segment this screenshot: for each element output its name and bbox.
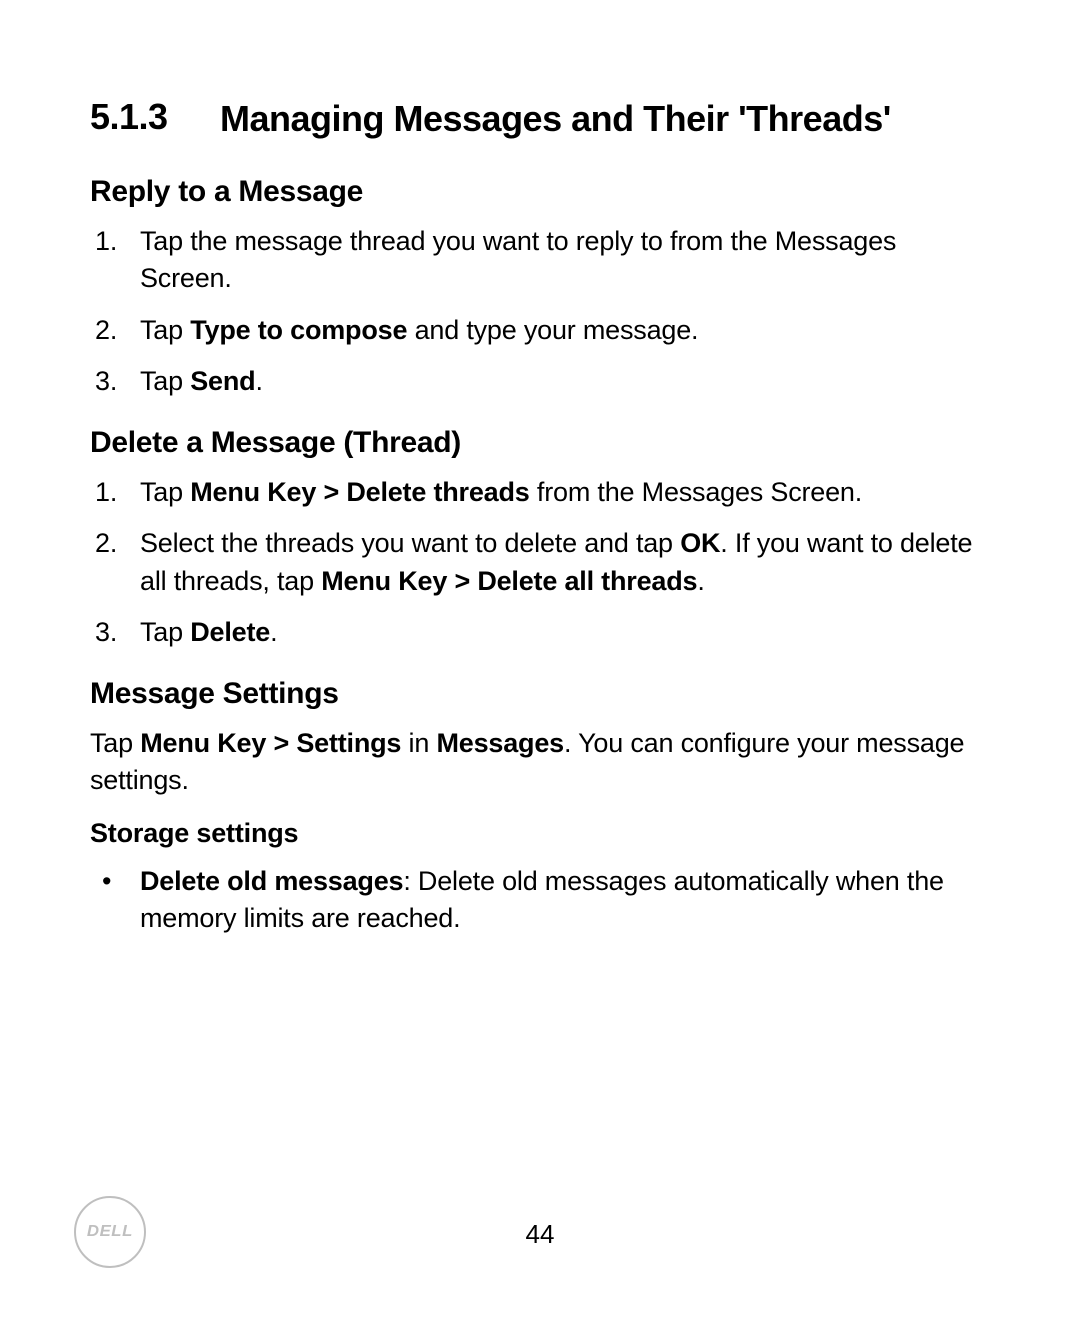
dell-logo: DELL — [74, 1196, 146, 1268]
subheading-storage-settings: Storage settings — [90, 818, 990, 849]
logo-text: DELL — [87, 1223, 133, 1241]
subheading-reply: Reply to a Message — [90, 175, 990, 209]
page-footer: 44 — [0, 1219, 1080, 1250]
settings-intro: Tap Menu Key > Settings in Messages. You… — [90, 725, 990, 800]
steps-delete-thread: Tap Menu Key > Delete threads from the M… — [90, 474, 990, 651]
section-title: Managing Messages and Their 'Threads' — [220, 96, 891, 141]
subheading-delete-thread: Delete a Message (Thread) — [90, 426, 990, 460]
bullets-storage: Delete old messages: Delete old messages… — [90, 863, 990, 938]
steps-reply: Tap the message thread you want to reply… — [90, 223, 990, 400]
bullet-item: Delete old messages: Delete old messages… — [90, 863, 990, 938]
document-page: 5.1.3 Managing Messages and Their 'Threa… — [0, 0, 1080, 1320]
subheading-message-settings: Message Settings — [90, 677, 990, 711]
step-item: Tap Delete. — [90, 614, 990, 651]
step-item: Tap Menu Key > Delete threads from the M… — [90, 474, 990, 511]
section-heading: 5.1.3 Managing Messages and Their 'Threa… — [90, 96, 990, 141]
step-item: Tap Send. — [90, 363, 990, 400]
page-number: 44 — [0, 1219, 1080, 1250]
step-item: Tap Type to compose and type your messag… — [90, 312, 990, 349]
logo-circle-icon: DELL — [74, 1196, 146, 1268]
step-item: Select the threads you want to delete an… — [90, 525, 990, 600]
step-item: Tap the message thread you want to reply… — [90, 223, 990, 298]
section-number: 5.1.3 — [90, 96, 220, 138]
